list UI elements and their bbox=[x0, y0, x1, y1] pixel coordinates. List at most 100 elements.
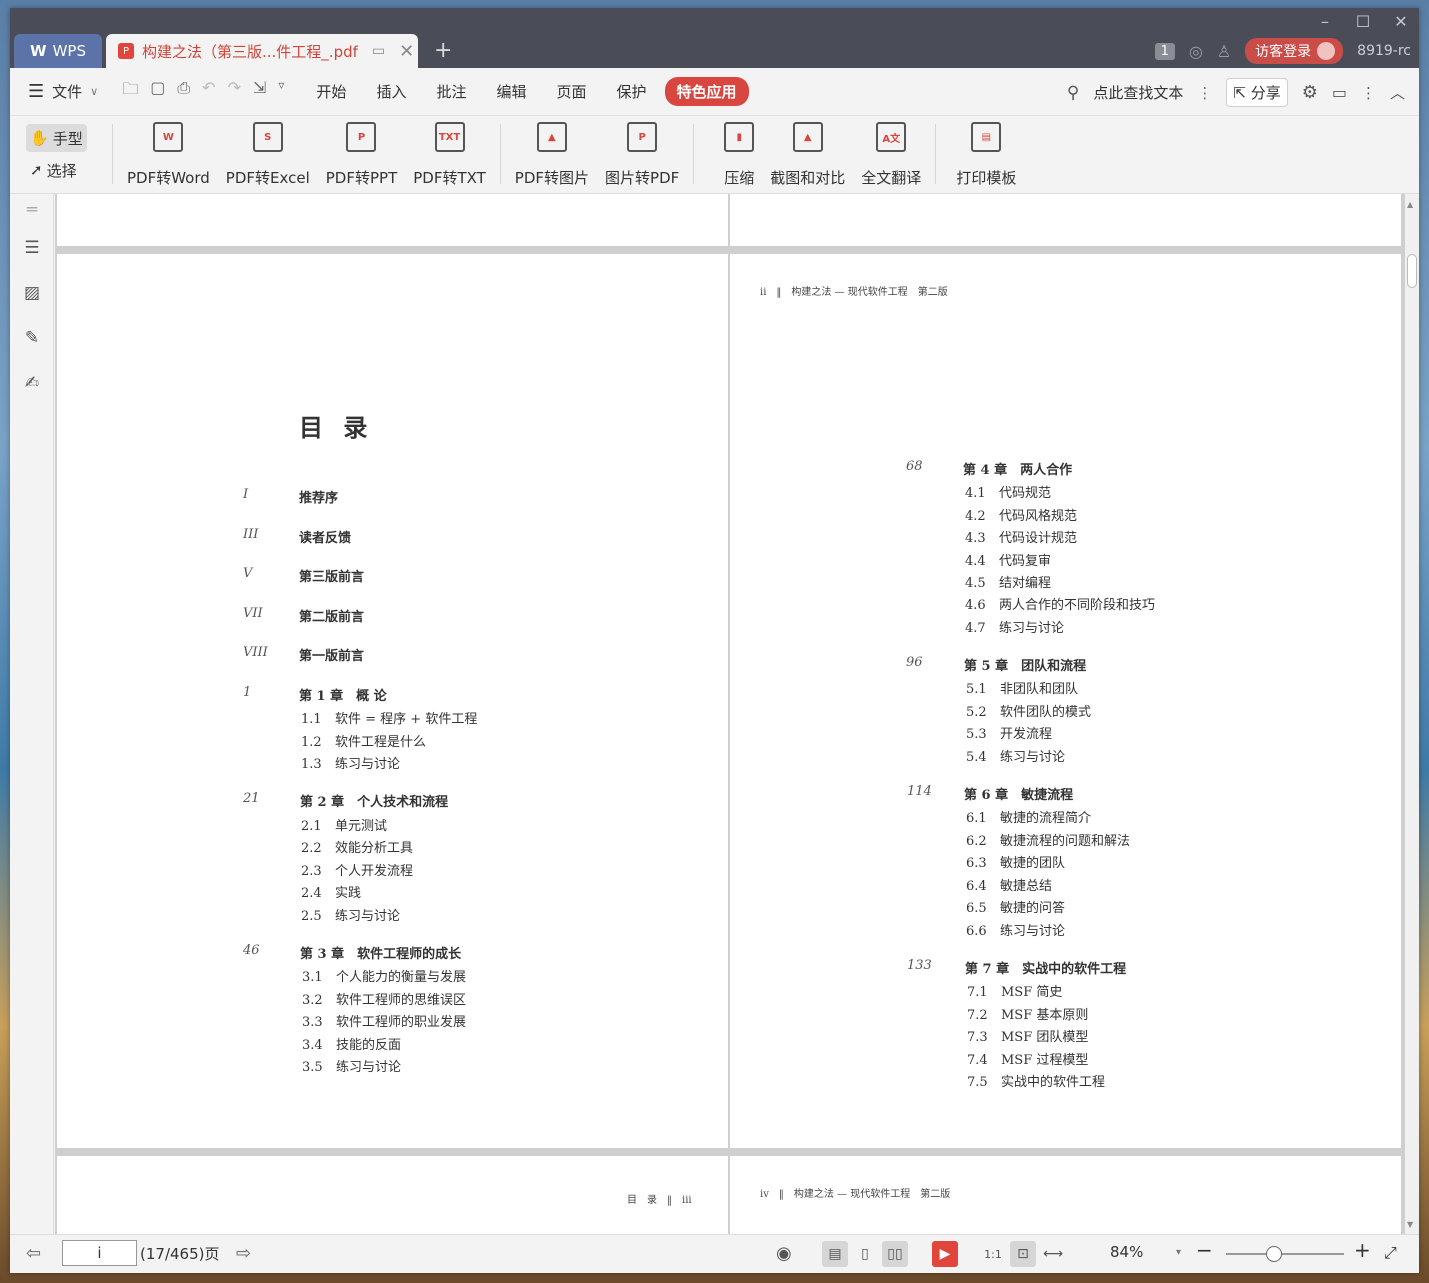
toc-section[interactable]: 1.1 软件 = 程序 + 软件工程 bbox=[301, 708, 477, 727]
guest-login-button[interactable]: 访客登录 bbox=[1245, 38, 1344, 64]
toc-section[interactable]: 4.4 代码复审 bbox=[965, 550, 1051, 569]
toc-section[interactable]: 1.3 练习与讨论 bbox=[301, 753, 400, 772]
pdf-to-txt-button[interactable]: TXT PDF转TXT bbox=[405, 122, 494, 188]
menu-edit[interactable]: 编辑 bbox=[484, 77, 538, 106]
zoom-out-icon[interactable]: − bbox=[1196, 1238, 1213, 1262]
toc-chapter-title[interactable]: 第 7 章 实战中的软件工程 bbox=[965, 958, 1126, 977]
toc-section[interactable]: 1.2 软件工程是什么 bbox=[301, 731, 426, 750]
comment-icon[interactable]: ▭ bbox=[1332, 83, 1347, 102]
undo-icon[interactable]: ↶ bbox=[202, 78, 215, 105]
toc-chapter-title[interactable]: 第 2 章 个人技术和流程 bbox=[300, 791, 448, 810]
close-window-button[interactable]: ✕ bbox=[1391, 12, 1411, 31]
annotation-pen-icon[interactable]: ✎ bbox=[21, 328, 43, 350]
toc-section[interactable]: 3.1 个人能力的衡量与发展 bbox=[302, 966, 466, 985]
export-icon[interactable]: ⇲ bbox=[253, 78, 266, 105]
toc-section[interactable]: 7.2 MSF 基本原则 bbox=[967, 1004, 1088, 1023]
toc-section[interactable]: 7.1 MSF 简史 bbox=[967, 981, 1062, 1000]
save-icon[interactable]: ▢ bbox=[150, 78, 165, 105]
toc-section[interactable]: 7.5 实战中的软件工程 bbox=[967, 1071, 1105, 1090]
eye-protection-icon[interactable]: ◉ bbox=[776, 1243, 792, 1264]
menu-annotate[interactable]: 批注 bbox=[424, 77, 478, 106]
more-options-icon[interactable]: ⋮ bbox=[1361, 84, 1376, 102]
document-viewport[interactable]: 目 录 I 推荐序 III 读者反馈 V 第三版前言 VII 第二版前言 VII… bbox=[55, 194, 1405, 1234]
toc-section[interactable]: 2.1 单元测试 bbox=[301, 815, 387, 834]
zoom-in-icon[interactable]: + bbox=[1354, 1238, 1371, 1262]
print-template-button[interactable]: ▤ 打印模板 bbox=[948, 122, 1024, 188]
toc-section[interactable]: 4.3 代码设计规范 bbox=[965, 527, 1077, 546]
play-slideshow-icon[interactable]: ▶ bbox=[932, 1241, 958, 1267]
next-page-icon[interactable]: ⇨ bbox=[236, 1243, 251, 1264]
single-page-view-icon[interactable]: ▯ bbox=[852, 1241, 878, 1267]
fullscreen-icon[interactable]: ⤢ bbox=[1384, 1243, 1397, 1263]
zoom-dropdown-icon[interactable]: ▾ bbox=[1176, 1247, 1181, 1258]
vertical-scrollbar[interactable]: ▲ ▼ bbox=[1405, 194, 1419, 1234]
scrollbar-thumb[interactable] bbox=[1407, 254, 1417, 288]
toc-section[interactable]: 6.2 敏捷流程的问题和解法 bbox=[966, 830, 1130, 849]
outline-icon[interactable]: ☰ bbox=[21, 238, 43, 260]
close-tab-icon[interactable]: ✕ bbox=[399, 41, 414, 62]
menu-protect[interactable]: 保护 bbox=[605, 77, 659, 106]
fit-width-icon[interactable]: ⟷ bbox=[1040, 1241, 1066, 1267]
shirt-icon[interactable]: ♙ bbox=[1217, 42, 1231, 61]
zoom-slider-knob[interactable] bbox=[1266, 1246, 1282, 1262]
zoom-slider[interactable] bbox=[1226, 1246, 1344, 1262]
skin-icon[interactable]: ◎ bbox=[1189, 42, 1203, 61]
toc-front-entry[interactable]: 读者反馈 bbox=[299, 527, 351, 546]
toc-chapter-title[interactable]: 第 4 章 两人合作 bbox=[963, 459, 1072, 478]
toc-section[interactable]: 3.4 技能的反面 bbox=[302, 1034, 401, 1053]
pdf-to-excel-button[interactable]: S PDF转Excel bbox=[218, 122, 318, 188]
toc-section[interactable]: 7.4 MSF 过程模型 bbox=[967, 1049, 1088, 1068]
toc-section[interactable]: 3.2 软件工程师的思维误区 bbox=[302, 989, 466, 1008]
toc-section[interactable]: 5.1 非团队和团队 bbox=[966, 678, 1078, 697]
toc-section[interactable]: 4.7 练习与讨论 bbox=[965, 617, 1064, 636]
collapse-ribbon-icon[interactable]: ︿ bbox=[1390, 82, 1405, 103]
toc-section[interactable]: 5.4 练习与讨论 bbox=[966, 746, 1065, 765]
file-menu[interactable]: ☰ 文件 ∨ bbox=[28, 81, 98, 102]
toc-section[interactable]: 3.3 软件工程师的职业发展 bbox=[302, 1011, 466, 1030]
toc-front-entry[interactable]: 第一版前言 bbox=[299, 645, 364, 664]
monitor-icon[interactable]: ▭ bbox=[372, 43, 385, 59]
toc-section[interactable]: 3.5 练习与讨论 bbox=[302, 1056, 401, 1075]
dual-page-view-icon[interactable]: ▯▯ bbox=[882, 1241, 908, 1267]
signature-icon[interactable]: ✍ bbox=[21, 373, 43, 395]
toc-section[interactable]: 5.3 开发流程 bbox=[966, 723, 1052, 742]
hand-tool-button[interactable]: ✋ 手型 bbox=[26, 124, 87, 152]
zoom-level[interactable]: 84% bbox=[1110, 1243, 1143, 1261]
toc-section[interactable]: 4.6 两人合作的不同阶段和技巧 bbox=[965, 594, 1155, 613]
toc-section[interactable]: 4.2 代码风格规范 bbox=[965, 505, 1077, 524]
redo-icon[interactable]: ↷ bbox=[228, 78, 241, 105]
actual-size-icon[interactable]: 1:1 bbox=[980, 1241, 1006, 1267]
gear-icon[interactable]: ⚙ bbox=[1302, 82, 1318, 103]
toc-chapter-title[interactable]: 第 5 章 团队和流程 bbox=[964, 655, 1086, 674]
window-count-badge[interactable]: 1 bbox=[1154, 42, 1175, 60]
scroll-up-icon[interactable]: ▲ bbox=[1407, 200, 1413, 209]
compress-button[interactable]: ▮ 压缩 bbox=[716, 122, 762, 188]
minimize-button[interactable]: – bbox=[1315, 12, 1335, 31]
more-quick-icon[interactable]: ▿ bbox=[278, 78, 284, 105]
sidebar-handle-icon[interactable]: ═ bbox=[21, 200, 43, 222]
toc-section[interactable]: 6.5 敏捷的问答 bbox=[966, 897, 1065, 916]
menu-special-apps[interactable]: 特色应用 bbox=[664, 77, 749, 106]
new-tab-button[interactable]: + bbox=[434, 38, 452, 63]
toc-section[interactable]: 2.4 实践 bbox=[301, 882, 361, 901]
fit-page-icon[interactable]: ⊡ bbox=[1010, 1241, 1036, 1267]
translate-button[interactable]: A文 全文翻译 bbox=[853, 122, 929, 188]
scroll-down-icon[interactable]: ▼ bbox=[1407, 1220, 1413, 1229]
open-folder-icon[interactable]: 🗀 bbox=[122, 78, 138, 105]
toc-section[interactable]: 4.1 代码规范 bbox=[965, 482, 1051, 501]
prev-page-icon[interactable]: ⇦ bbox=[26, 1243, 41, 1264]
pdf-to-image-button[interactable]: ▲ PDF转图片 bbox=[507, 122, 597, 188]
thumbnail-icon[interactable]: ▨ bbox=[21, 283, 43, 305]
page-number-input[interactable]: i bbox=[62, 1240, 137, 1266]
menu-page[interactable]: 页面 bbox=[544, 77, 598, 106]
pdf-to-ppt-button[interactable]: P PDF转PPT bbox=[318, 122, 405, 188]
toc-section[interactable]: 2.2 效能分析工具 bbox=[301, 837, 413, 856]
search-text-button[interactable]: 点此查找文本 bbox=[1093, 82, 1183, 103]
toc-section[interactable]: 6.1 敏捷的流程简介 bbox=[966, 807, 1091, 826]
menu-start[interactable]: 开始 bbox=[304, 77, 358, 106]
toc-section[interactable]: 6.3 敏捷的团队 bbox=[966, 852, 1065, 871]
toc-front-entry[interactable]: 第二版前言 bbox=[299, 606, 364, 625]
toc-front-entry[interactable]: 第三版前言 bbox=[299, 566, 364, 585]
toc-section[interactable]: 6.4 敏捷总结 bbox=[966, 875, 1052, 894]
toc-section[interactable]: 5.2 软件团队的模式 bbox=[966, 701, 1091, 720]
